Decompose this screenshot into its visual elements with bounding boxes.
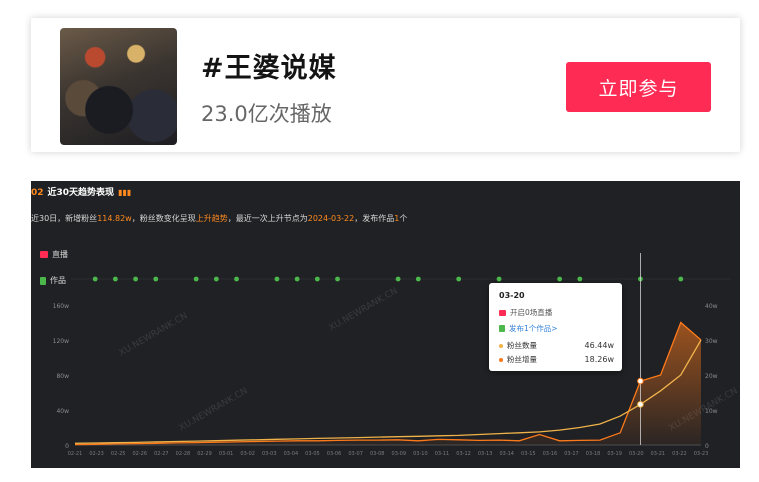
y-right-tick-label: 0 xyxy=(705,443,709,450)
watermark-text: XU.NEWRANK.CN xyxy=(328,286,400,333)
x-tick-label: 02-25 xyxy=(111,451,126,457)
y-left-tick-label: 0 xyxy=(65,443,69,450)
x-tick-label: 02-27 xyxy=(154,451,169,457)
topic-thumbnail[interactable] xyxy=(60,28,177,145)
x-tick-label: 03-06 xyxy=(327,451,342,457)
watermark-text: XU.NEWRANK.CN xyxy=(118,311,190,358)
x-tick-label: 03-20 xyxy=(629,451,644,457)
y-right-tick-label: 10w xyxy=(705,408,718,415)
topic-title: #王婆说媒 xyxy=(201,53,337,84)
x-tick-label: 03-16 xyxy=(543,451,558,457)
works-marker xyxy=(577,276,583,282)
x-tick-label: 03-05 xyxy=(305,451,320,457)
works-marker xyxy=(335,276,340,282)
x-tick-label: 02-29 xyxy=(197,451,212,457)
works-marker xyxy=(415,276,421,282)
tooltip-live-row: 开启0场直播 xyxy=(499,307,614,318)
series-dot-icon xyxy=(499,357,503,362)
x-tick-label: 03-02 xyxy=(240,451,255,457)
tooltip-fans-label: 粉丝数量 xyxy=(507,341,537,350)
works-marker xyxy=(395,276,401,282)
works-marker xyxy=(678,276,684,282)
works-marker xyxy=(234,276,239,282)
works-marker xyxy=(153,276,159,282)
trend-panel: 02 近30天趋势表现 ▮▮▮ 近30日，新增粉丝114.82w，粉丝数变化呈现上升… xyxy=(31,181,740,468)
works-marker xyxy=(456,276,462,282)
highlight-point-fans xyxy=(637,401,644,408)
x-tick-label: 03-09 xyxy=(392,451,407,457)
x-tick-label: 03-23 xyxy=(694,451,709,457)
x-tick-label: 02-28 xyxy=(176,451,191,457)
y-right-tick-label: 20w xyxy=(705,373,718,380)
trend-chart[interactable]: XU.NEWRANK.CNXU.NEWRANK.CNXU.NEWRANK.CNX… xyxy=(31,181,740,468)
tooltip-inc-value: 18.26w xyxy=(584,355,614,364)
works-marker xyxy=(92,276,98,282)
x-tick-label: 03-14 xyxy=(499,451,514,457)
works-marker xyxy=(193,276,199,282)
x-tick-label: 03-01 xyxy=(219,451,234,457)
series-dot-icon xyxy=(499,343,503,348)
works-marker xyxy=(274,276,280,282)
x-tick-label: 03-21 xyxy=(651,451,666,457)
live-icon xyxy=(499,309,506,316)
y-left-tick-label: 120w xyxy=(53,338,69,345)
works-marker xyxy=(213,276,219,282)
works-marker xyxy=(133,276,138,282)
join-button[interactable]: 立即参与 xyxy=(566,62,711,112)
works-marker xyxy=(294,276,300,282)
y-left-tick-label: 160w xyxy=(53,303,69,310)
x-tick-label: 03-17 xyxy=(564,451,579,457)
x-tick-label: 03-04 xyxy=(284,451,299,457)
x-tick-label: 03-15 xyxy=(521,451,536,457)
tooltip-inc-label: 粉丝增量 xyxy=(507,355,537,364)
works-marker xyxy=(496,276,502,282)
x-tick-label: 03-08 xyxy=(370,451,385,457)
tooltip-fans-row: 粉丝数量 46.44w xyxy=(499,340,614,351)
x-tick-label: 03-13 xyxy=(478,451,493,457)
tooltip-fans-value: 46.44w xyxy=(584,341,614,350)
topic-card: #王婆说媒 23.0亿次播放 立即参与 xyxy=(31,18,740,152)
topic-view-count: 23.0亿次播放 xyxy=(201,102,332,126)
watermark-text: XU.NEWRANK.CN xyxy=(178,386,250,433)
chart-tooltip: 03-20 开启0场直播 发布1个作品> 粉丝数量 46.44w 粉丝增量 18… xyxy=(489,283,622,371)
y-right-tick-label: 40w xyxy=(705,303,718,310)
x-tick-label: 03-22 xyxy=(672,451,687,457)
tooltip-works-link[interactable]: 发布1个作品> xyxy=(509,323,558,334)
x-tick-label: 03-18 xyxy=(586,451,601,457)
x-tick-label: 03-19 xyxy=(607,451,622,457)
y-right-tick-label: 30w xyxy=(705,338,718,345)
tooltip-inc-row: 粉丝增量 18.26w xyxy=(499,354,614,365)
x-tick-label: 02-26 xyxy=(132,451,147,457)
x-tick-label: 03-03 xyxy=(262,451,277,457)
x-tick-label: 02-23 xyxy=(89,451,104,457)
works-marker xyxy=(112,276,118,282)
x-tick-label: 02-21 xyxy=(68,451,83,457)
y-left-tick-label: 80w xyxy=(56,373,69,380)
x-tick-label: 03-10 xyxy=(413,451,428,457)
document-icon xyxy=(499,325,505,332)
y-left-tick-label: 40w xyxy=(56,408,69,415)
x-tick-label: 03-11 xyxy=(435,451,450,457)
highlight-point-inc xyxy=(637,377,644,385)
works-marker xyxy=(557,276,563,282)
tooltip-works-row[interactable]: 发布1个作品> xyxy=(499,323,614,334)
tooltip-date: 03-20 xyxy=(499,291,525,300)
x-tick-label: 03-12 xyxy=(456,451,471,457)
tooltip-live-text: 开启0场直播 xyxy=(510,308,553,317)
works-marker xyxy=(314,276,320,282)
x-tick-label: 03-07 xyxy=(348,451,363,457)
